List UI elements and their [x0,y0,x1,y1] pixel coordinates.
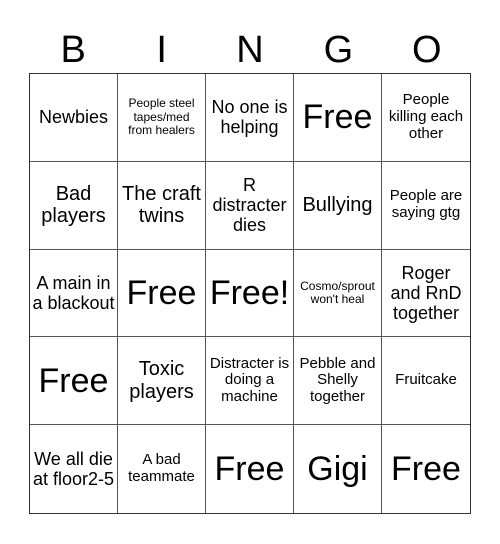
bingo-cell[interactable]: We all die at floor2-5 [30,425,118,513]
bingo-cell[interactable]: Gigi [294,425,382,513]
bingo-cell[interactable]: A main in a blackout [30,249,118,338]
header-letter-g: G [323,29,354,71]
bingo-cell[interactable]: Bullying [294,161,382,250]
bingo-cell[interactable]: Free [206,425,294,513]
bingo-cell[interactable]: Distracter is doing a machine [206,337,294,426]
bingo-cell[interactable]: Bad players [30,161,118,250]
header-letter-i: I [156,29,167,71]
bingo-cell[interactable]: People are saying gtg [382,162,470,250]
bingo-cell[interactable]: Toxic players [118,337,206,426]
bingo-cell[interactable]: Cosmo/sprout won't heal [294,249,382,338]
bingo-cell[interactable]: Free [382,425,470,513]
bingo-cell[interactable]: Newbies [30,74,118,162]
bingo-cell[interactable]: Free! [206,249,294,338]
bingo-cell[interactable]: No one is helping [206,74,294,162]
bingo-cell[interactable]: People killing each other [382,74,470,162]
bingo-cell[interactable]: R distracter dies [206,161,294,250]
bingo-cell[interactable]: Free [30,337,118,426]
bingo-cell[interactable]: A bad teammate [118,425,206,513]
header-letter-b: B [60,29,86,71]
bingo-header: B I N G O [29,28,471,72]
bingo-grid: Newbies People steel tapes/med from heal… [29,73,471,514]
bingo-cell[interactable]: The craft twins [118,161,206,250]
bingo-cell[interactable]: Roger and RnD together [382,250,470,338]
bingo-cell[interactable]: Pebble and Shelly together [294,337,382,426]
bingo-cell[interactable]: Free [294,74,382,162]
bingo-cell[interactable]: People steel tapes/med from healers [118,74,206,162]
bingo-cell[interactable]: Fruitcake [382,337,470,426]
header-letter-o: O [412,29,442,71]
header-letter-n: N [236,29,264,71]
bingo-cell[interactable]: Free [118,249,206,338]
